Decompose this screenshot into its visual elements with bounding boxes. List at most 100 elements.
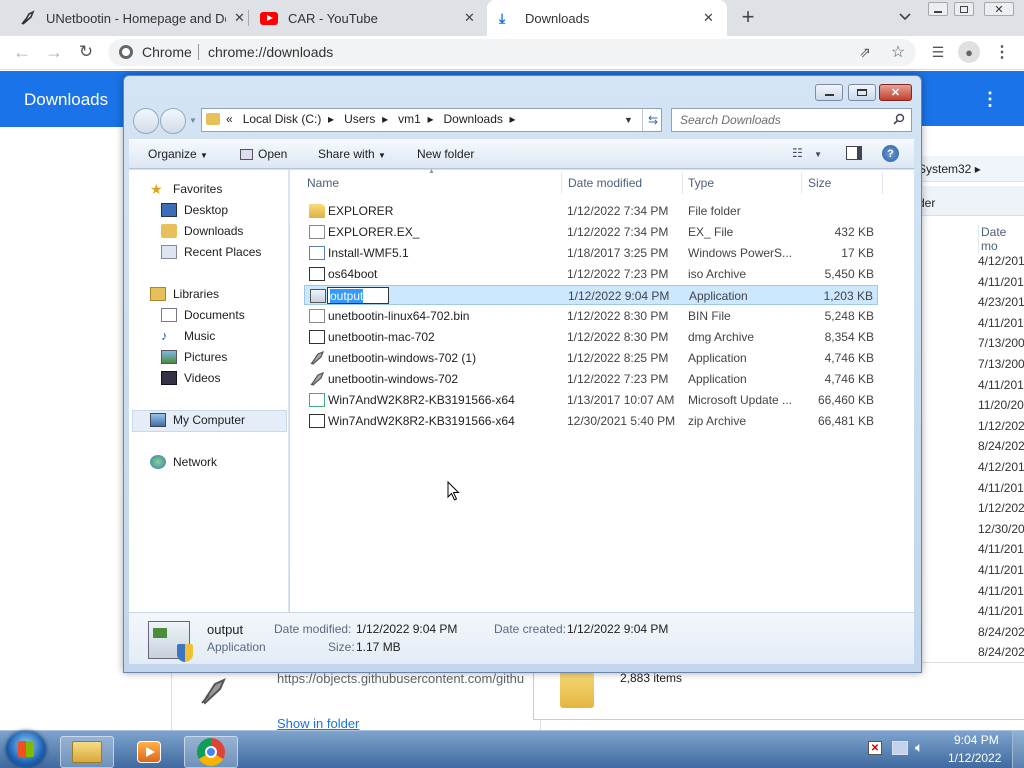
nav-favorites[interactable]: ★ Favorites (150, 182, 222, 196)
share-with-button[interactable]: Share with ▼ (318, 147, 386, 161)
new-tab-button[interactable]: + (736, 4, 760, 30)
desktop-icon (161, 203, 177, 217)
nav-documents[interactable]: Documents (161, 308, 245, 322)
view-options-icon[interactable]: ☷ ▼ (792, 146, 822, 160)
file-row[interactable]: EXPLORER.EX_ 1/12/2022 7:34 PM EX_ File 432… (304, 222, 878, 242)
new-folder-button[interactable]: New folder (417, 147, 474, 161)
reload-icon[interactable]: ↻ (76, 42, 96, 62)
file-size: 432 KB (834, 225, 874, 239)
file-row[interactable]: unetbootin-windows-702 (1) 1/12/2022 8:25… (304, 348, 878, 368)
taskbar-media-player-button[interactable] (122, 736, 176, 768)
file-name: unetbootin-mac-702 (328, 330, 435, 344)
bookmark-star-icon[interactable]: ☆ (888, 42, 908, 62)
downloads-menu-icon[interactable]: ⋮ (981, 89, 999, 109)
details-file-kind: Application (207, 640, 266, 654)
column-header-size[interactable]: Size (808, 176, 831, 190)
tab-youtube[interactable]: CAR - YouTube ✕ (250, 0, 487, 36)
breadcrumb-local-disk[interactable]: Local Disk (C:) (243, 112, 322, 126)
column-divider (801, 172, 802, 194)
close-tab-icon[interactable]: ✕ (464, 10, 475, 26)
file-date-modified: 1/12/2022 7:23 PM (567, 372, 669, 386)
nav-recent-places[interactable]: Recent Places (161, 245, 261, 259)
file-row[interactable]: output 1/12/2022 9:04 PM Application 1,203 … (304, 285, 878, 305)
minimize-window-button[interactable] (928, 2, 948, 16)
explorer-back-button[interactable] (133, 108, 159, 134)
share-icon[interactable]: ⇗ (856, 43, 874, 61)
file-row[interactable]: unetbootin-windows-702 1/12/2022 7:23 PM A… (304, 369, 878, 389)
tray-volume-icon[interactable]: 🔈︎ (915, 739, 923, 756)
file-row[interactable]: unetbootin-mac-702 1/12/2022 8:30 PM dmg A… (304, 327, 878, 347)
tab-unetbootin[interactable]: UNetbootin - Homepage and Do ✕ (8, 0, 248, 36)
breadcrumb-downloads[interactable]: Downloads (444, 112, 503, 126)
forward-arrow-icon[interactable]: → (44, 42, 64, 62)
close-window-button[interactable]: ✕ (984, 2, 1014, 16)
bg-column-header[interactable]: Date mo (978, 225, 1024, 253)
details-date-created-label: Date created: (494, 622, 567, 636)
nav-network[interactable]: Network (150, 455, 217, 469)
file-row[interactable]: os64boot 1/12/2022 7:23 PM iso Archive 5,45… (304, 264, 878, 284)
rename-field[interactable]: output (327, 287, 389, 304)
nav-my-computer[interactable]: My Computer (150, 413, 245, 427)
media-queue-icon[interactable]: ☰ (928, 42, 948, 62)
nav-downloads[interactable]: Downloads (161, 224, 243, 238)
nav-videos[interactable]: Videos (161, 371, 220, 385)
file-name: Win7AndW2K8R2-KB3191566-x64 (328, 414, 515, 428)
omnibox-url[interactable]: chrome://downloads (208, 44, 333, 60)
file-row[interactable]: unetbootin-linux64-702.bin 1/12/2022 8:30… (304, 306, 878, 326)
recent-pages-chevron-icon[interactable]: ▼ (189, 116, 197, 125)
explorer-maximize-button[interactable] (848, 84, 876, 101)
file-date-modified: 1/13/2017 10:07 AM (567, 393, 675, 407)
explorer-close-button[interactable]: ✕ (879, 84, 912, 101)
breadcrumb-vm1[interactable]: vm1 (398, 112, 421, 126)
clock-time[interactable]: 9:04 PM (954, 733, 999, 747)
breadcrumb-users[interactable]: Users (344, 112, 375, 126)
profile-avatar-icon[interactable]: ● (958, 41, 980, 63)
file-date-modified: 1/12/2022 8:25 PM (567, 351, 669, 365)
search-input[interactable]: Search Downloads (680, 113, 781, 127)
star-icon: ★ (150, 181, 163, 197)
back-arrow-icon[interactable]: ← (12, 42, 32, 62)
clock-date[interactable]: 1/12/2022 (948, 751, 1001, 765)
explorer-forward-button[interactable] (160, 108, 186, 134)
file-row[interactable]: EXPLORER 1/12/2022 7:34 PM File folder (304, 201, 878, 221)
chrome-menu-icon[interactable]: ⋮ (994, 42, 1010, 62)
show-in-folder-link[interactable]: Show in folder (277, 716, 359, 731)
show-desktop-button[interactable] (1012, 731, 1024, 768)
breadcrumb-overflow[interactable]: « (226, 112, 233, 126)
organize-button[interactable]: Organize ▼ (148, 147, 208, 161)
column-header-type[interactable]: Type (688, 176, 714, 190)
open-button[interactable]: Open (240, 147, 287, 161)
tab-downloads[interactable]: ⤓ Downloads ✕ (487, 0, 727, 36)
nav-desktop[interactable]: Desktop (161, 203, 228, 217)
help-icon[interactable]: ? (882, 145, 899, 162)
file-size: 8,354 KB (824, 330, 874, 344)
bg-date-cell: 4/12/201 (978, 254, 1024, 268)
file-row[interactable]: Win7AndW2K8R2-KB3191566-x64 1/13/2017 10:… (304, 390, 878, 410)
address-dropdown-icon[interactable]: ▼ (624, 115, 633, 125)
start-button[interactable] (6, 731, 46, 767)
column-header-date[interactable]: Date modified (568, 176, 642, 190)
restore-window-button[interactable] (954, 2, 974, 16)
taskbar-explorer-button[interactable] (60, 736, 114, 768)
file-row[interactable]: Win7AndW2K8R2-KB3191566-x64 12/30/2021 5:… (304, 411, 878, 431)
taskbar-chrome-button[interactable] (184, 736, 238, 768)
music-icon: ♪ (161, 328, 168, 343)
tray-network-icon[interactable] (892, 741, 908, 755)
file-type: Application (689, 289, 748, 303)
preview-pane-icon[interactable] (846, 146, 862, 160)
chevron-down-icon[interactable] (896, 8, 914, 26)
nav-music[interactable]: ♪ Music (161, 328, 215, 344)
refresh-button[interactable]: ⇆ (642, 109, 663, 131)
close-tab-icon[interactable]: ✕ (703, 10, 714, 26)
file-row[interactable]: Install-WMF5.1 1/18/2017 3:25 PM Windows P… (304, 243, 878, 263)
close-tab-icon[interactable]: ✕ (234, 10, 245, 26)
iso-icon (309, 267, 325, 281)
nav-libraries[interactable]: Libraries (150, 287, 219, 301)
nav-pictures[interactable]: Pictures (161, 350, 227, 364)
unetbootin-icon (20, 10, 36, 26)
column-header-name[interactable]: Name (307, 176, 339, 190)
libraries-icon (150, 287, 166, 301)
file-name: os64boot (328, 267, 378, 281)
tray-action-center-icon[interactable]: ✕ (868, 741, 882, 755)
explorer-minimize-button[interactable] (815, 84, 843, 101)
